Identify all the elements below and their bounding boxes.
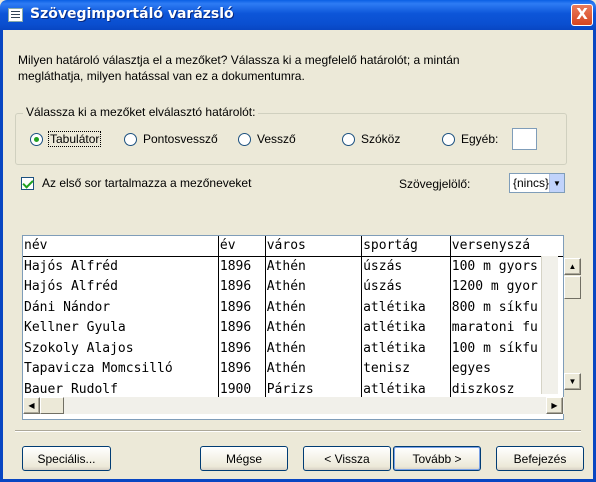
- table-row: Dáni Nándor 1896 Athén atlétika 800 m sí…: [23, 297, 563, 318]
- first-row-names-label: Az első sor tartalmazza a mezőneveket: [42, 176, 252, 190]
- radio-other[interactable]: Egyéb:: [442, 132, 498, 146]
- table-cell: tenisz: [361, 359, 451, 380]
- scroll-down-icon[interactable]: ▼: [564, 373, 581, 390]
- radio-other-indicator[interactable]: [442, 132, 455, 146]
- table-cell: 1896: [217, 256, 266, 277]
- scroll-up-icon[interactable]: ▲: [564, 258, 581, 275]
- table-cell: 1896: [217, 297, 266, 318]
- instructions-text: Milyen határoló választja el a mezőket? …: [18, 52, 558, 84]
- preview-table: név év város sportág versenyszá Hajós Al…: [23, 236, 563, 400]
- other-delimiter-input[interactable]: [512, 128, 537, 150]
- column-header-city[interactable]: város: [264, 236, 362, 257]
- delimiter-group-legend: Válassza ki a mezőket elválasztó határol…: [23, 105, 259, 119]
- horizontal-scrollbar[interactable]: [23, 397, 564, 414]
- window-title: Szövegimportáló varázsló: [30, 6, 234, 22]
- preview-header-row: név év város sportág versenyszá: [23, 236, 563, 257]
- table-cell: Hajós Alfréd: [24, 279, 118, 295]
- horizontal-scroll-thumb[interactable]: [40, 397, 64, 414]
- table-cell: atlétika: [361, 338, 451, 359]
- table-cell: Athén: [264, 277, 362, 298]
- button-divider: [15, 430, 581, 432]
- table-cell: Hajós Alfréd: [24, 259, 118, 274]
- column-header-name[interactable]: név: [23, 236, 219, 257]
- table-cell: Athén: [264, 256, 362, 277]
- first-row-names-checkbox[interactable]: Az első sor tartalmazza a mezőneveket: [21, 176, 251, 190]
- chevron-down-icon[interactable]: ▼: [549, 174, 564, 192]
- text-qualifier-select[interactable]: {nincs} ▼: [509, 173, 565, 193]
- radio-semicolon[interactable]: Pontosvessző: [124, 132, 218, 146]
- text-qualifier-label: Szövegjelölő:: [399, 177, 471, 191]
- wizard-app-icon: [8, 8, 23, 22]
- text-qualifier-value: {nincs}: [513, 176, 550, 190]
- table-cell: Athén: [264, 359, 362, 380]
- close-button[interactable]: X: [571, 4, 593, 26]
- table-cell: Athén: [264, 297, 362, 318]
- column-header-sport[interactable]: sportág: [361, 236, 451, 257]
- table-cell: úszás: [361, 277, 451, 298]
- radio-comma-indicator[interactable]: [238, 132, 251, 146]
- table-cell: Dáni Nándor: [24, 299, 111, 315]
- cancel-button[interactable]: Mégse: [200, 446, 288, 471]
- table-cell: Kellner Gyula: [24, 320, 126, 336]
- scroll-left-icon[interactable]: ◀: [23, 397, 40, 414]
- finish-button[interactable]: Befejezés: [496, 446, 584, 471]
- radio-comma[interactable]: Vessző: [238, 132, 296, 146]
- window-border-left: [0, 30, 3, 482]
- scroll-right-icon[interactable]: ▶: [546, 397, 563, 414]
- radio-semicolon-indicator[interactable]: [124, 132, 137, 146]
- column-header-event[interactable]: versenyszá: [449, 236, 563, 257]
- radio-tab-indicator[interactable]: [30, 132, 43, 146]
- radio-space-indicator[interactable]: [342, 132, 355, 146]
- radio-other-label: Egyéb:: [461, 132, 499, 146]
- table-cell: Tapavicza Momcsilló: [24, 361, 173, 377]
- table-cell: Athén: [264, 318, 362, 339]
- table-row: Szokoly Alajos 1896 Athén atlétika 100 m…: [23, 338, 563, 359]
- data-preview-grid[interactable]: név év város sportág versenyszá Hajós Al…: [22, 235, 564, 420]
- vertical-scrollbar[interactable]: [541, 256, 558, 394]
- table-cell: atlétika: [361, 318, 451, 339]
- advanced-button[interactable]: Speciális...: [22, 446, 111, 471]
- vertical-scroll-thumb[interactable]: [564, 276, 581, 299]
- table-row: Tapavicza Momcsilló 1896 Athén tenisz eg…: [23, 359, 563, 380]
- table-cell: Szokoly Alajos: [24, 340, 134, 356]
- radio-comma-label: Vessző: [257, 132, 296, 146]
- table-row: Hajós Alfréd 1896 Athén úszás 100 m gyor…: [23, 256, 563, 277]
- radio-tab-label: Tabulátor: [47, 131, 102, 147]
- table-cell: Athén: [264, 338, 362, 359]
- table-cell: 1896: [217, 359, 266, 380]
- table-cell: 1896: [217, 318, 266, 339]
- table-row: Kellner Gyula 1896 Athén atlétika marato…: [23, 318, 563, 339]
- radio-space[interactable]: Szóköz: [342, 132, 400, 146]
- table-cell: atlétika: [361, 297, 451, 318]
- title-bar[interactable]: Szövegimportáló varázsló X: [0, 0, 596, 30]
- radio-tab[interactable]: Tabulátor: [30, 131, 102, 147]
- table-row: Hajós Alfréd 1896 Athén úszás 1200 m gyo…: [23, 277, 563, 298]
- table-cell: 1896: [217, 277, 266, 298]
- first-row-names-checkbox-box[interactable]: [21, 176, 34, 190]
- table-cell: úszás: [361, 256, 451, 277]
- table-cell: 1896: [217, 338, 266, 359]
- column-header-year[interactable]: év: [217, 236, 266, 257]
- instructions-line-1: Milyen határoló választja el a mezőket? …: [18, 53, 460, 67]
- radio-semicolon-label: Pontosvessző: [143, 132, 218, 146]
- back-button[interactable]: < Vissza: [303, 446, 391, 471]
- radio-space-label: Szóköz: [361, 132, 401, 146]
- next-button[interactable]: Tovább >: [393, 446, 481, 471]
- instructions-line-2: megláthatja, milyen hatással van ez a do…: [18, 69, 305, 83]
